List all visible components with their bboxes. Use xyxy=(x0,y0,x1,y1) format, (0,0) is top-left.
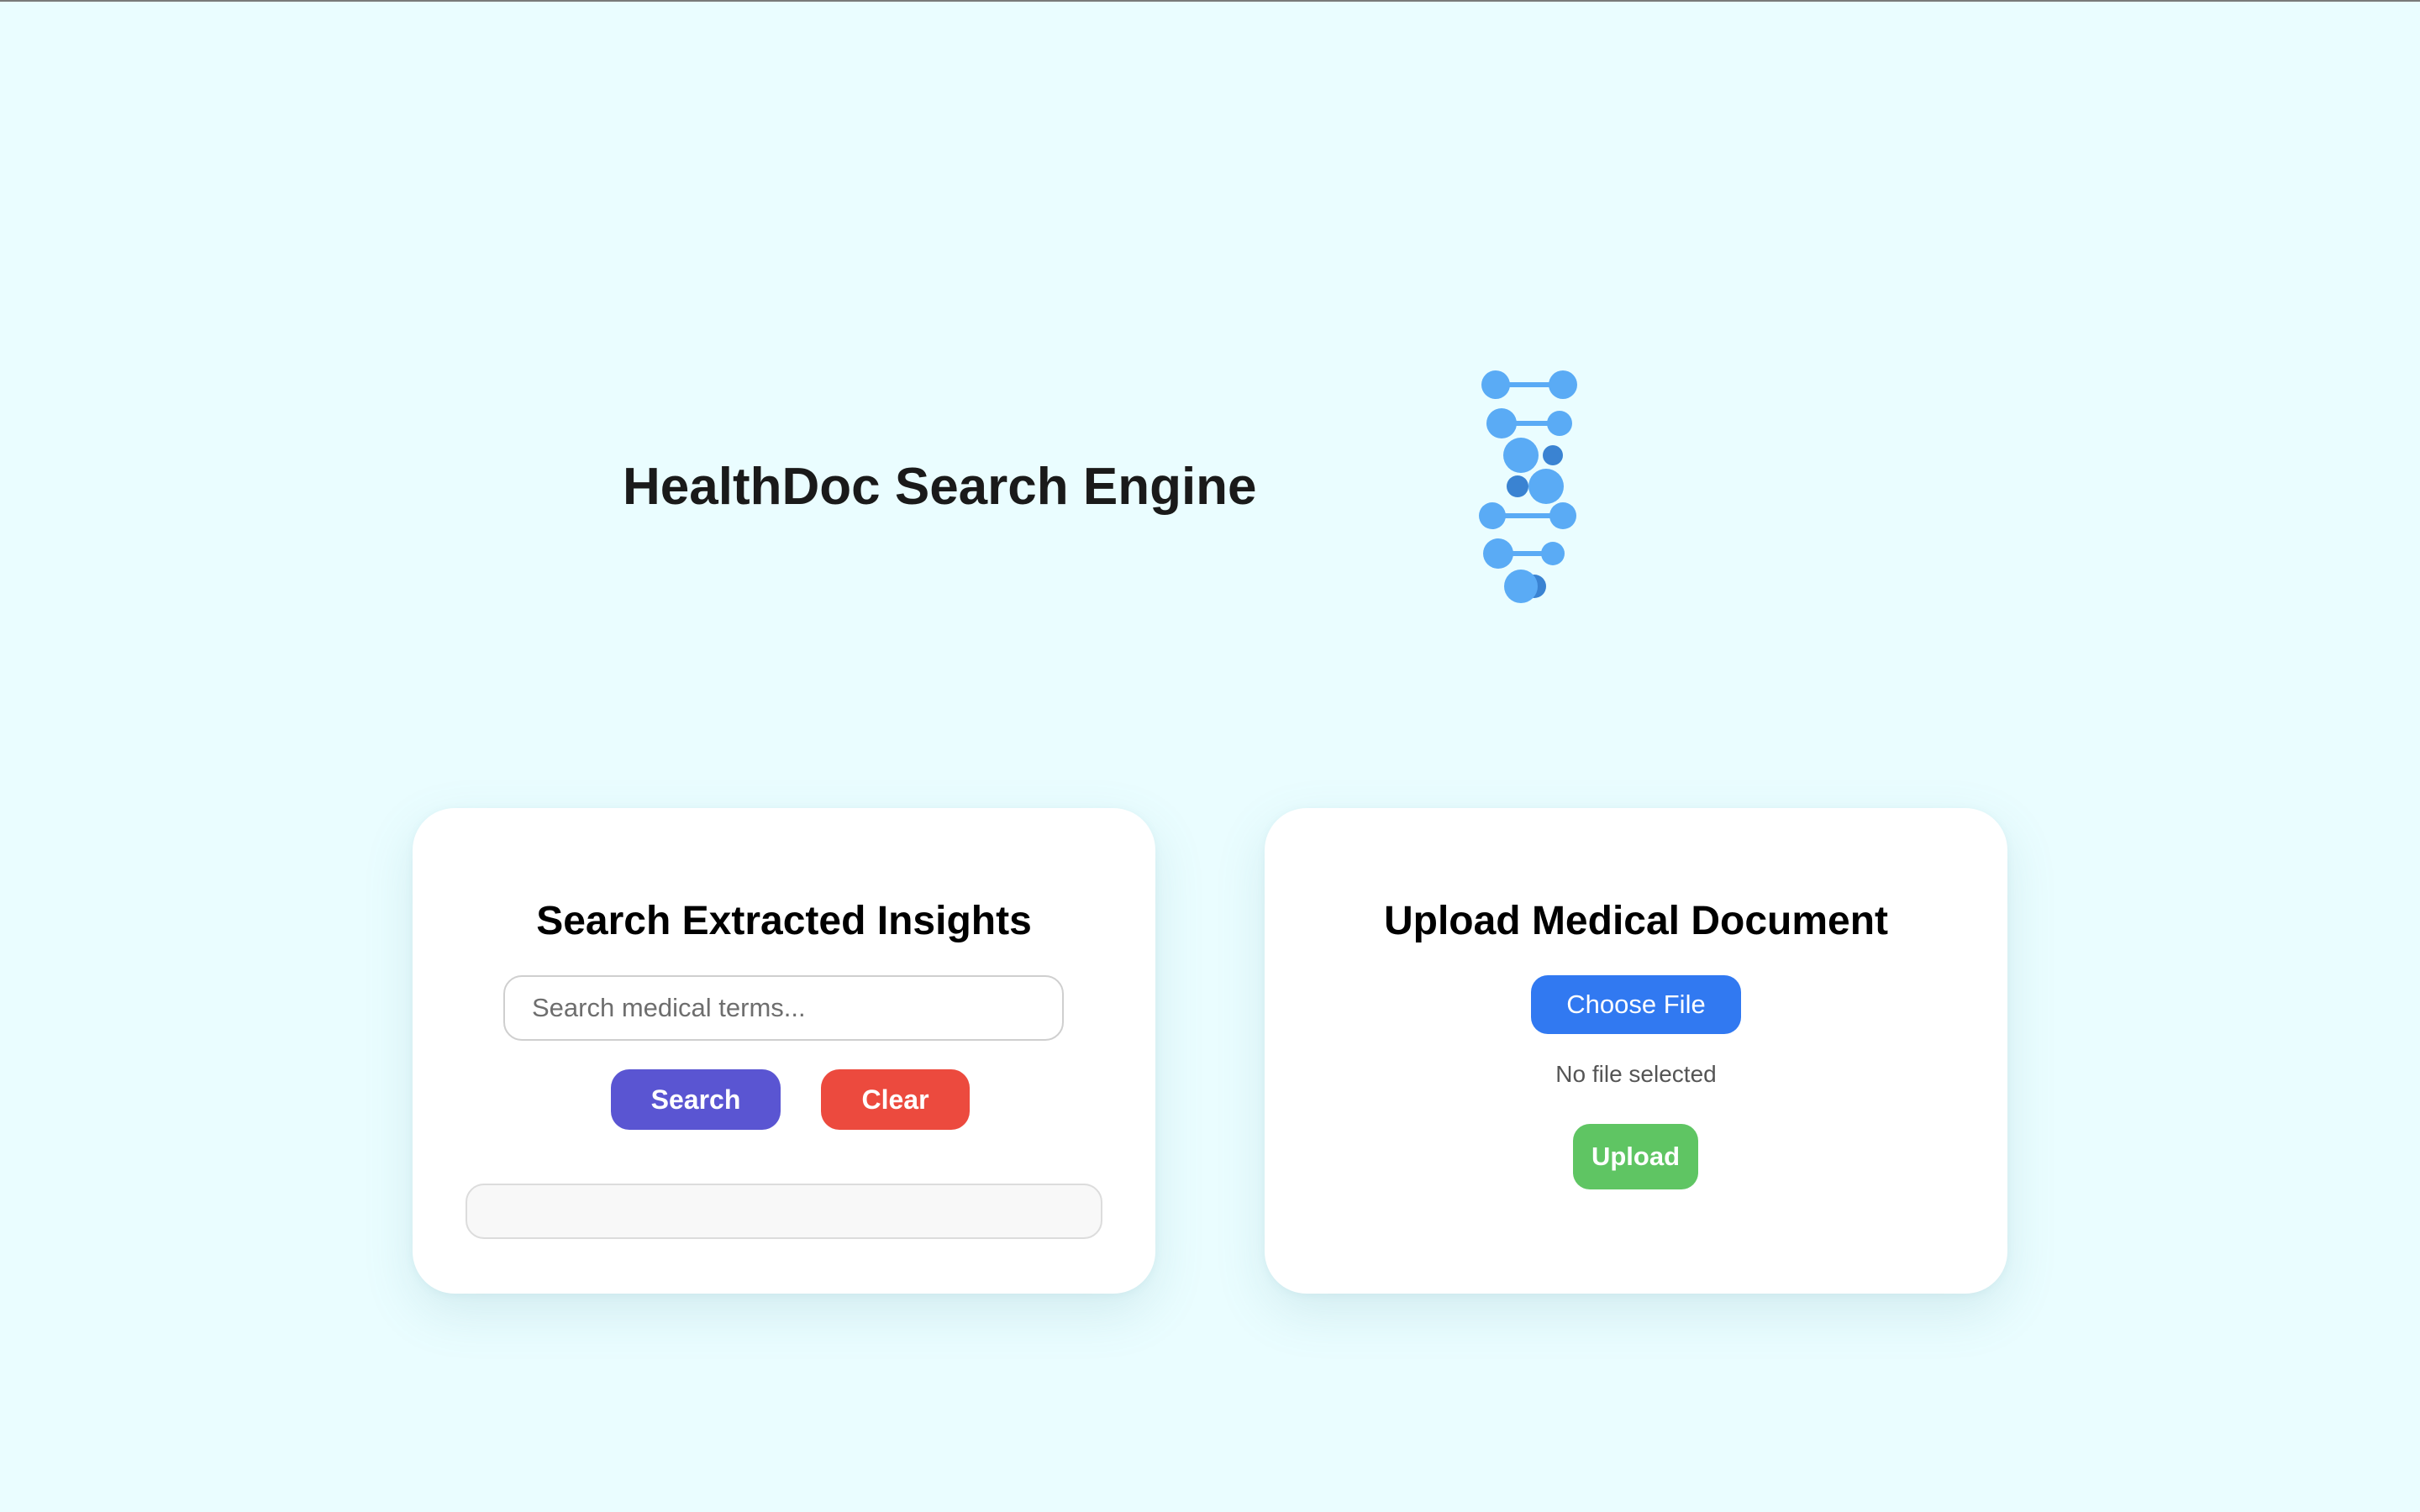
search-panel: Search Extracted Insights Search Clear xyxy=(413,808,1155,1294)
upload-button[interactable]: Upload xyxy=(1573,1124,1698,1189)
dna-icon xyxy=(1479,370,1577,603)
window-top-border xyxy=(0,0,2420,2)
page-title: HealthDoc Search Engine xyxy=(623,458,1257,516)
search-input[interactable] xyxy=(503,975,1064,1041)
upload-panel-title: Upload Medical Document xyxy=(1383,899,1889,943)
file-status-text: No file selected xyxy=(1555,1061,1717,1087)
clear-button[interactable]: Clear xyxy=(821,1069,970,1130)
search-button[interactable]: Search xyxy=(611,1069,781,1130)
choose-file-button[interactable]: Choose File xyxy=(1531,975,1741,1034)
search-panel-title: Search Extracted Insights xyxy=(536,899,1032,943)
upload-panel: Upload Medical Document Choose File No f… xyxy=(1265,808,2007,1294)
search-results-box xyxy=(466,1184,1102,1239)
